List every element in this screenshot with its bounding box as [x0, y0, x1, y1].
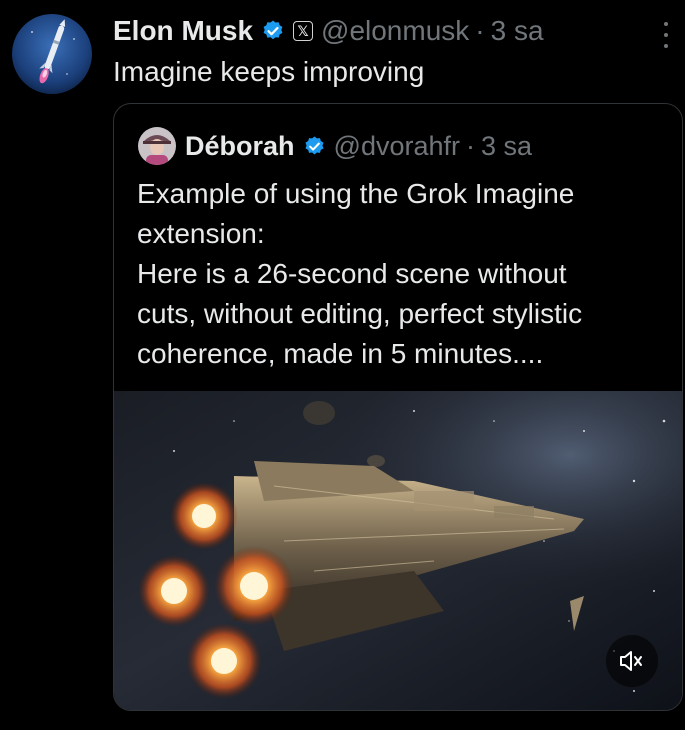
- quote-timestamp[interactable]: 3 sa: [481, 131, 532, 162]
- quote-text-line: extension:: [137, 218, 265, 249]
- rocket-avatar-icon: [12, 14, 92, 94]
- tweet-timestamp[interactable]: 3 sa: [491, 15, 544, 47]
- separator-dot: ·: [475, 15, 485, 46]
- tweet-text: Imagine keeps improving: [113, 56, 425, 87]
- quote-header: Déborah @dvorahfr · 3 sa: [138, 127, 532, 165]
- tweet-header: Elon Musk 𝕏 @elonmusk · 3 sa: [113, 13, 544, 49]
- quote-text-line: Example of using the Grok Imagine: [137, 178, 575, 209]
- quote-text-line: cuts, without editing, perfect stylistic: [137, 298, 583, 329]
- quote-author-name[interactable]: Déborah: [185, 131, 295, 162]
- spaceship-video-frame: [114, 391, 682, 710]
- verified-badge-icon: [261, 19, 285, 43]
- author-handle[interactable]: @elonmusk: [321, 15, 469, 47]
- person-avatar-icon: [138, 127, 176, 165]
- speaker-muted-icon: [620, 651, 642, 671]
- video-player[interactable]: [114, 391, 682, 710]
- quote-author-handle[interactable]: @dvorahfr: [334, 131, 460, 162]
- quote-author-avatar[interactable]: [138, 127, 176, 165]
- author-avatar[interactable]: [12, 14, 92, 94]
- quote-separator-dot: ·: [466, 130, 475, 161]
- author-name[interactable]: Elon Musk: [113, 15, 253, 47]
- quote-text-line: Here is a 26-second scene without: [137, 258, 567, 289]
- quote-text: Example of using the Grok Imagine extens…: [137, 174, 677, 374]
- quoted-tweet-card[interactable]: Déborah @dvorahfr · 3 sa Example of usin…: [113, 103, 683, 711]
- mute-toggle-button[interactable]: [606, 635, 658, 687]
- more-options-icon[interactable]: [654, 20, 678, 50]
- quote-verified-badge-icon: [303, 135, 326, 158]
- x-affiliate-icon: 𝕏: [293, 21, 314, 41]
- quote-text-line: coherence, made in 5 minutes....: [137, 338, 544, 369]
